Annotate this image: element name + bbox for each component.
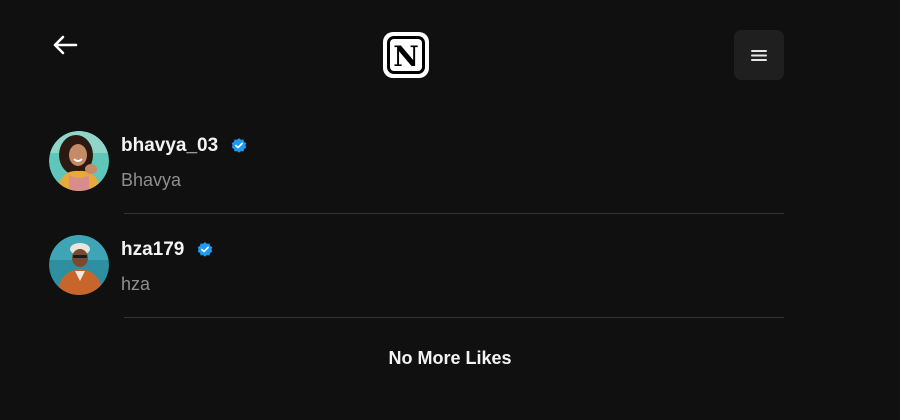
username[interactable]: hza179: [121, 239, 184, 261]
menu-button[interactable]: [734, 30, 784, 80]
list-item[interactable]: hza179 hza: [48, 214, 784, 318]
verified-badge-icon: [198, 242, 213, 257]
app-logo[interactable]: N: [381, 30, 431, 80]
username[interactable]: bhavya_03: [121, 135, 218, 157]
avatar-photo-woman: [49, 131, 109, 191]
username-line: hza179: [121, 239, 214, 261]
list-item[interactable]: bhavya_03 Bhavya: [48, 110, 784, 214]
back-button[interactable]: [50, 30, 80, 60]
verified-badge-icon: [231, 138, 247, 153]
end-of-list-message: No More Likes: [388, 348, 512, 368]
display-name: hza: [121, 274, 151, 294]
avatar[interactable]: [49, 235, 109, 295]
logo-letter: N: [393, 40, 419, 73]
likes-list: bhavya_03 Bhavya hza179 hza: [48, 110, 784, 318]
avatar[interactable]: [49, 131, 109, 191]
username-line: bhavya_03: [121, 135, 248, 157]
display-name: Bhavya: [121, 170, 182, 190]
likes-page: N bhavya_03 Bhavya hza179 hza No More Li…: [0, 0, 900, 420]
avatar-photo-man: [49, 235, 109, 295]
divider: [124, 317, 784, 318]
arrow-left-icon: [53, 35, 78, 55]
logo-icon: N: [383, 32, 429, 78]
hamburger-menu-icon: [751, 50, 767, 61]
